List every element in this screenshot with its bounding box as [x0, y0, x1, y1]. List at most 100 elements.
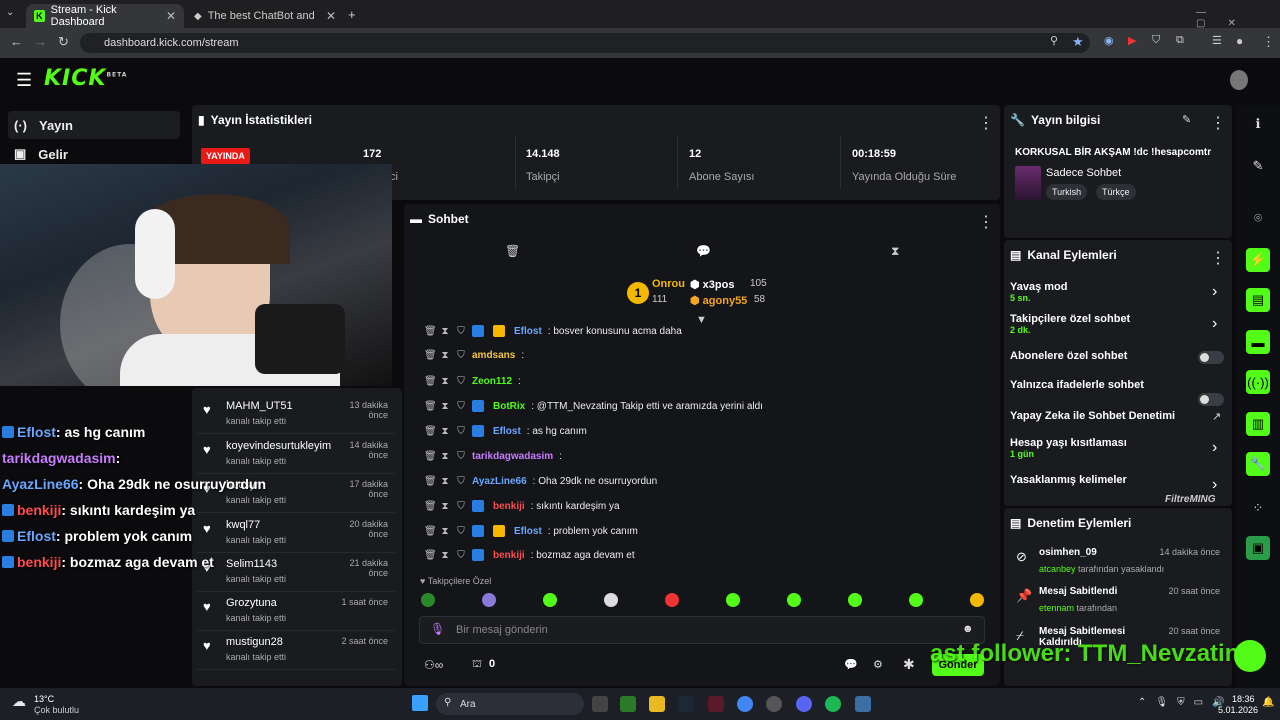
emote-icon[interactable]	[848, 593, 862, 607]
actions-menu-icon[interactable]: ⋮	[1210, 248, 1226, 268]
timeout-icon[interactable]: ⧗	[440, 376, 450, 387]
delete-icon[interactable]: 🗑	[424, 376, 437, 387]
emote-icon[interactable]	[604, 593, 618, 607]
close-tab-icon[interactable]: ✕	[326, 9, 336, 23]
chat-message[interactable]: 🗑 ⧗ ⛉ BotRix: @TTM_Nevzating Takip etti ve …	[424, 396, 763, 416]
emote-icon[interactable]	[665, 593, 679, 607]
emote-icon[interactable]	[726, 593, 740, 607]
tab-list-button[interactable]: ⌄	[6, 7, 14, 18]
delete-icon[interactable]: 🗑	[424, 550, 437, 561]
extensions-puzzle-icon[interactable]: ⧉	[1176, 34, 1184, 47]
lightning-icon[interactable]: ⚡	[1246, 248, 1270, 272]
ban-icon[interactable]: ⛉	[456, 376, 466, 387]
timeout-icon[interactable]: ⧗	[440, 550, 450, 561]
task-view-icon[interactable]	[592, 696, 608, 712]
chat-username[interactable]: benkiji	[493, 501, 525, 512]
broadcast-rail-icon[interactable]: ((·))	[1246, 370, 1270, 394]
chat-username[interactable]: benkiji	[493, 550, 525, 561]
delete-icon[interactable]: 🗑	[424, 451, 437, 462]
tab-chatbot[interactable]: ◆ The best ChatBot and Widg ✕	[186, 4, 344, 28]
extension-icon[interactable]: ◉	[1104, 34, 1114, 47]
info-icon[interactable]: ℹ	[1244, 110, 1272, 138]
pencil-icon[interactable]: ✎	[1244, 152, 1272, 180]
chrome-icon[interactable]	[737, 696, 753, 712]
camera-icon[interactable]: ⌾	[1244, 204, 1272, 232]
edit-pencil-icon[interactable]: ✎	[1182, 113, 1191, 126]
users-icon[interactable]: ⚇∞	[424, 658, 443, 672]
spotify-icon[interactable]	[825, 696, 841, 712]
delete-icon[interactable]: 🗑	[424, 501, 437, 512]
reload-icon[interactable]: ↻	[58, 34, 69, 50]
minecraft-icon[interactable]	[620, 696, 636, 712]
trash-icon[interactable]: 🗑	[505, 244, 520, 258]
follower-row[interactable]: ♥ koyevindesurtukleyim kanalı takip etti 14…	[196, 436, 396, 474]
chat-username[interactable]: tarikdagwadasim	[472, 451, 553, 462]
tag-turkce[interactable]: Türkçe	[1096, 184, 1136, 200]
follower-row[interactable]: ♥ MAHM_UT51 kanalı takip etti 13 dakika önc…	[196, 396, 396, 434]
chat-username[interactable]: BotRix	[493, 401, 525, 412]
chat-username[interactable]: amdsans	[472, 350, 515, 361]
chat-username[interactable]: AyazLine66	[472, 476, 527, 487]
chat-message[interactable]: 🗑 ⧗ ⛉ amdsans:	[424, 345, 524, 365]
ban-icon[interactable]: ⛉	[456, 326, 466, 337]
external-link-icon[interactable]: ↗	[1212, 410, 1221, 423]
follower-row[interactable]: ♥ Grozytuna kanalı takip etti 1 saat önce	[196, 593, 396, 631]
ban-icon[interactable]: ⛉	[456, 451, 466, 462]
emoji-icon[interactable]: ☻	[962, 623, 974, 635]
ban-icon[interactable]: ⛉	[456, 401, 466, 412]
delete-icon[interactable]: 🗑	[424, 476, 437, 487]
reading-list-icon[interactable]: ☰	[1212, 34, 1222, 47]
chevron-right-icon[interactable]: ›	[1212, 439, 1217, 457]
extension-icon[interactable]: ▶	[1128, 34, 1136, 47]
channel-action-1[interactable]: Takipçilere özel sohbet 2 dk.	[1010, 313, 1130, 335]
ban-icon[interactable]: ⛉	[456, 526, 466, 537]
actor-name[interactable]: etennam	[1039, 603, 1077, 613]
app-icon[interactable]	[855, 696, 871, 712]
wrench-rail-icon[interactable]: 🔧	[1246, 452, 1270, 476]
stats-menu-icon[interactable]: ⋮	[978, 113, 994, 133]
windows-start-icon[interactable]	[412, 695, 428, 711]
profile-icon[interactable]: ●	[1236, 34, 1243, 48]
timeout-icon[interactable]: ⧗	[440, 401, 450, 412]
new-tab-button[interactable]: +	[348, 7, 356, 22]
delete-icon[interactable]: 🗑	[424, 326, 437, 337]
timeout-icon[interactable]: ⧗	[440, 451, 450, 462]
ban-icon[interactable]: ⛉	[456, 476, 466, 487]
steam-icon[interactable]	[678, 696, 694, 712]
extension-icon[interactable]: ⛉	[1152, 34, 1160, 47]
emote-icon[interactable]	[421, 593, 435, 607]
chat-message[interactable]: 🗑 ⧗ ⛉ Eflost: as hg canım	[424, 421, 587, 441]
chat-username[interactable]: Zeon112	[472, 376, 512, 387]
back-icon[interactable]: ←	[10, 34, 23, 49]
tag-turkish[interactable]: Turkish	[1046, 184, 1088, 200]
emote-icon[interactable]	[909, 593, 923, 607]
tab-kick-dashboard[interactable]: K Stream - Kick Dashboard ✕	[26, 4, 184, 28]
emote-icon[interactable]	[787, 593, 801, 607]
ban-icon[interactable]: ⛉	[456, 550, 466, 561]
chat-message[interactable]: 🗑 ⧗ ⛉ Eflost: bosver konusunu acma daha	[424, 321, 682, 341]
chevron-right-icon[interactable]: ›	[1212, 476, 1217, 494]
forward-icon[interactable]: →	[34, 34, 47, 49]
bookmark-star-icon[interactable]: ★	[1072, 34, 1084, 50]
zoom-icon[interactable]: ⚲	[1050, 34, 1058, 47]
timeout-icon[interactable]: ⧗	[440, 476, 450, 487]
timeout-icon[interactable]: ⧗	[440, 526, 450, 537]
timeout-icon[interactable]: ⧗	[440, 501, 450, 512]
ban-icon[interactable]: ⛉	[456, 350, 466, 361]
collapse-icon[interactable]: ▼	[696, 314, 707, 326]
window-controls[interactable]: —▢✕	[1196, 7, 1280, 29]
chat-message[interactable]: 🗑 ⧗ ⛉ benkiji: bozmaz aga devam et	[424, 545, 635, 565]
channel-action-3[interactable]: Yalnızca ifadelerle sohbet	[1010, 379, 1144, 391]
chat-bubble-icon[interactable]: 💬	[696, 244, 711, 258]
ban-icon[interactable]: ⛉	[456, 501, 466, 512]
puzzle-icon[interactable]: ✱	[903, 656, 915, 673]
delete-icon[interactable]: 🗑	[424, 350, 437, 361]
toggle-switch[interactable]	[1198, 393, 1224, 406]
taskbar-search[interactable]: Ara	[436, 693, 584, 715]
chat-menu-icon[interactable]: ⋮	[978, 212, 994, 232]
chat-username[interactable]: Eflost	[514, 326, 542, 337]
notification-bell-icon[interactable]: 🔔	[1262, 697, 1274, 708]
hourglass-icon[interactable]: ⧗	[891, 244, 899, 259]
file-explorer-icon[interactable]	[649, 696, 665, 712]
delete-icon[interactable]: 🗑	[424, 426, 437, 437]
